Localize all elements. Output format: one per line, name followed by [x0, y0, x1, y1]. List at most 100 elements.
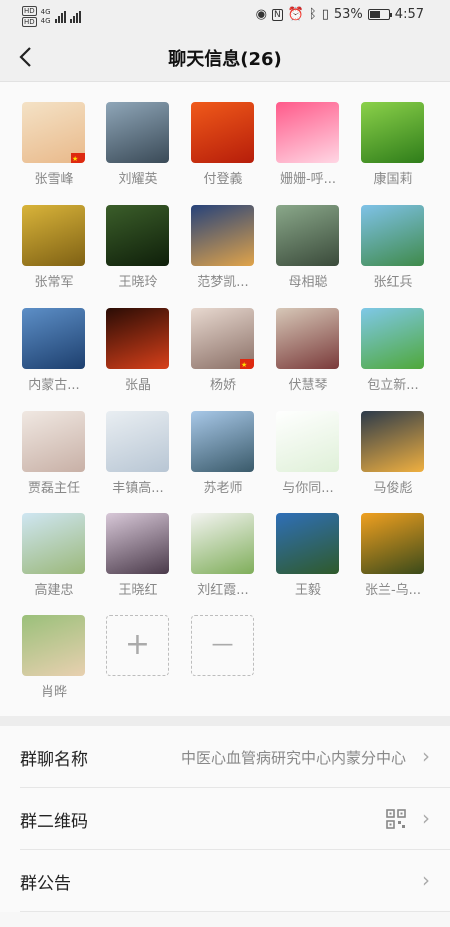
avatar[interactable] [276, 411, 339, 472]
member-name: 王毅 [294, 583, 321, 598]
member-name: 马俊彪 [373, 481, 413, 496]
member-name: 贾磊主任 [27, 481, 80, 496]
member-name: 母相聪 [288, 275, 328, 290]
member-name: 包立新... [367, 378, 419, 393]
member-item[interactable]: ★ 张雪峰 [12, 102, 96, 202]
member-item[interactable]: 王毅 [266, 513, 350, 613]
member-item[interactable]: 张晶 [96, 308, 180, 408]
group-name-row[interactable]: 群聊名称 中医心血管病研究中心内蒙分中心 › [0, 726, 450, 788]
group-name-label: 群聊名称 [20, 750, 88, 770]
hd-label: HD [22, 6, 37, 16]
avatar[interactable] [106, 102, 169, 163]
network-type-label: 4G [40, 7, 51, 16]
member-name: 内蒙古... [28, 378, 80, 393]
member-item[interactable]: 刘红霞... [181, 513, 265, 613]
avatar[interactable] [276, 205, 339, 266]
add-member-button[interactable]: + [96, 615, 180, 715]
member-name: 王晓玲 [118, 275, 158, 290]
avatar[interactable] [361, 308, 424, 369]
chevron-right-icon: › [422, 744, 430, 768]
avatar[interactable] [276, 102, 339, 163]
member-item[interactable]: 苏老师 [181, 411, 265, 511]
member-item[interactable]: 康国莉 [351, 102, 435, 202]
member-name: 杨娇 [209, 378, 236, 393]
eye-icon: ◉ [255, 7, 267, 22]
group-name-value: 中医心血管病研究中心内蒙分中心 [180, 749, 406, 767]
member-item[interactable]: 姗姗-呼... [266, 102, 350, 202]
member-name: 丰镇高... [112, 481, 164, 496]
member-name: 王晓红 [118, 583, 158, 598]
battery-icon [367, 9, 392, 20]
member-name: 康国莉 [373, 172, 413, 187]
clock: 4:57 [394, 7, 424, 22]
network-indicators: HD HD 4G 4G [22, 6, 81, 27]
avatar[interactable] [191, 411, 254, 472]
avatar[interactable] [361, 102, 424, 163]
plus-icon[interactable]: + [106, 615, 169, 676]
avatar[interactable] [106, 308, 169, 369]
member-name: 张常军 [34, 275, 74, 290]
vibrate-icon: ▯ [321, 7, 329, 22]
member-item[interactable]: 贾磊主任 [12, 411, 96, 511]
member-item[interactable]: 马俊彪 [351, 411, 435, 511]
avatar[interactable] [22, 615, 85, 676]
member-name: 伏慧琴 [288, 378, 328, 393]
avatar[interactable] [191, 205, 254, 266]
group-notice-label: 群公告 [20, 874, 71, 894]
avatar[interactable] [361, 411, 424, 472]
member-item[interactable]: 包立新... [351, 308, 435, 408]
avatar[interactable] [106, 513, 169, 574]
member-item[interactable]: 范梦凯... [181, 205, 265, 305]
avatar[interactable] [106, 205, 169, 266]
alarm-icon: ⏰ [287, 7, 304, 22]
member-item[interactable]: ★ 杨娇 [181, 308, 265, 408]
avatar[interactable] [361, 205, 424, 266]
flag-icon: ★ [71, 153, 85, 163]
avatar[interactable]: ★ [191, 308, 254, 369]
avatar[interactable] [361, 513, 424, 574]
member-item[interactable]: 丰镇高... [96, 411, 180, 511]
group-qr-row[interactable]: 群二维码 › [0, 788, 450, 850]
member-name: 张兰-乌... [364, 583, 422, 598]
member-item[interactable]: 母相聪 [266, 205, 350, 305]
member-grid-section: ★ 张雪峰 刘耀英 付登義 姗姗-呼... 康国莉张常军 王晓玲 范梦凯... 母相聪 张红兵内蒙… [0, 82, 450, 716]
avatar[interactable] [276, 308, 339, 369]
member-item[interactable]: 张常军 [12, 205, 96, 305]
qr-code-icon [386, 809, 406, 829]
chevron-right-icon: › [422, 806, 430, 830]
member-item[interactable]: 张红兵 [351, 205, 435, 305]
member-name: 范梦凯... [197, 275, 249, 290]
member-name: 肖晔 [40, 685, 67, 700]
nav-bar: 聊天信息(26) [0, 32, 450, 82]
avatar[interactable] [22, 205, 85, 266]
remove-member-button[interactable]: — [181, 615, 265, 715]
member-item[interactable]: 张兰-乌... [351, 513, 435, 613]
member-item[interactable]: 刘耀英 [96, 102, 180, 202]
member-name: 与你同... [282, 481, 334, 496]
member-item[interactable]: 高建忠 [12, 513, 96, 613]
group-notice-row[interactable]: 群公告 › [0, 850, 450, 912]
member-name: 张雪峰 [34, 172, 74, 187]
member-name: 高建忠 [34, 583, 74, 598]
member-item[interactable]: 王晓玲 [96, 205, 180, 305]
avatar[interactable] [22, 411, 85, 472]
avatar[interactable] [106, 411, 169, 472]
avatar[interactable] [276, 513, 339, 574]
minus-icon[interactable]: — [191, 615, 254, 676]
member-name: 刘耀英 [118, 172, 158, 187]
avatar[interactable] [191, 102, 254, 163]
member-item[interactable]: 付登義 [181, 102, 265, 202]
avatar[interactable]: ★ [22, 102, 85, 163]
member-item[interactable]: 伏慧琴 [266, 308, 350, 408]
member-item[interactable]: 内蒙古... [12, 308, 96, 408]
group-qr-label: 群二维码 [20, 812, 88, 832]
network-type-label: 4G [40, 16, 51, 25]
member-item[interactable]: 肖晔 [12, 615, 96, 715]
network-type: 4G 4G [41, 8, 51, 26]
member-item[interactable]: 王晓红 [96, 513, 180, 613]
member-item[interactable]: 与你同... [266, 411, 350, 511]
signal-icon [54, 10, 66, 23]
avatar[interactable] [191, 513, 254, 574]
avatar[interactable] [22, 513, 85, 574]
avatar[interactable] [22, 308, 85, 369]
